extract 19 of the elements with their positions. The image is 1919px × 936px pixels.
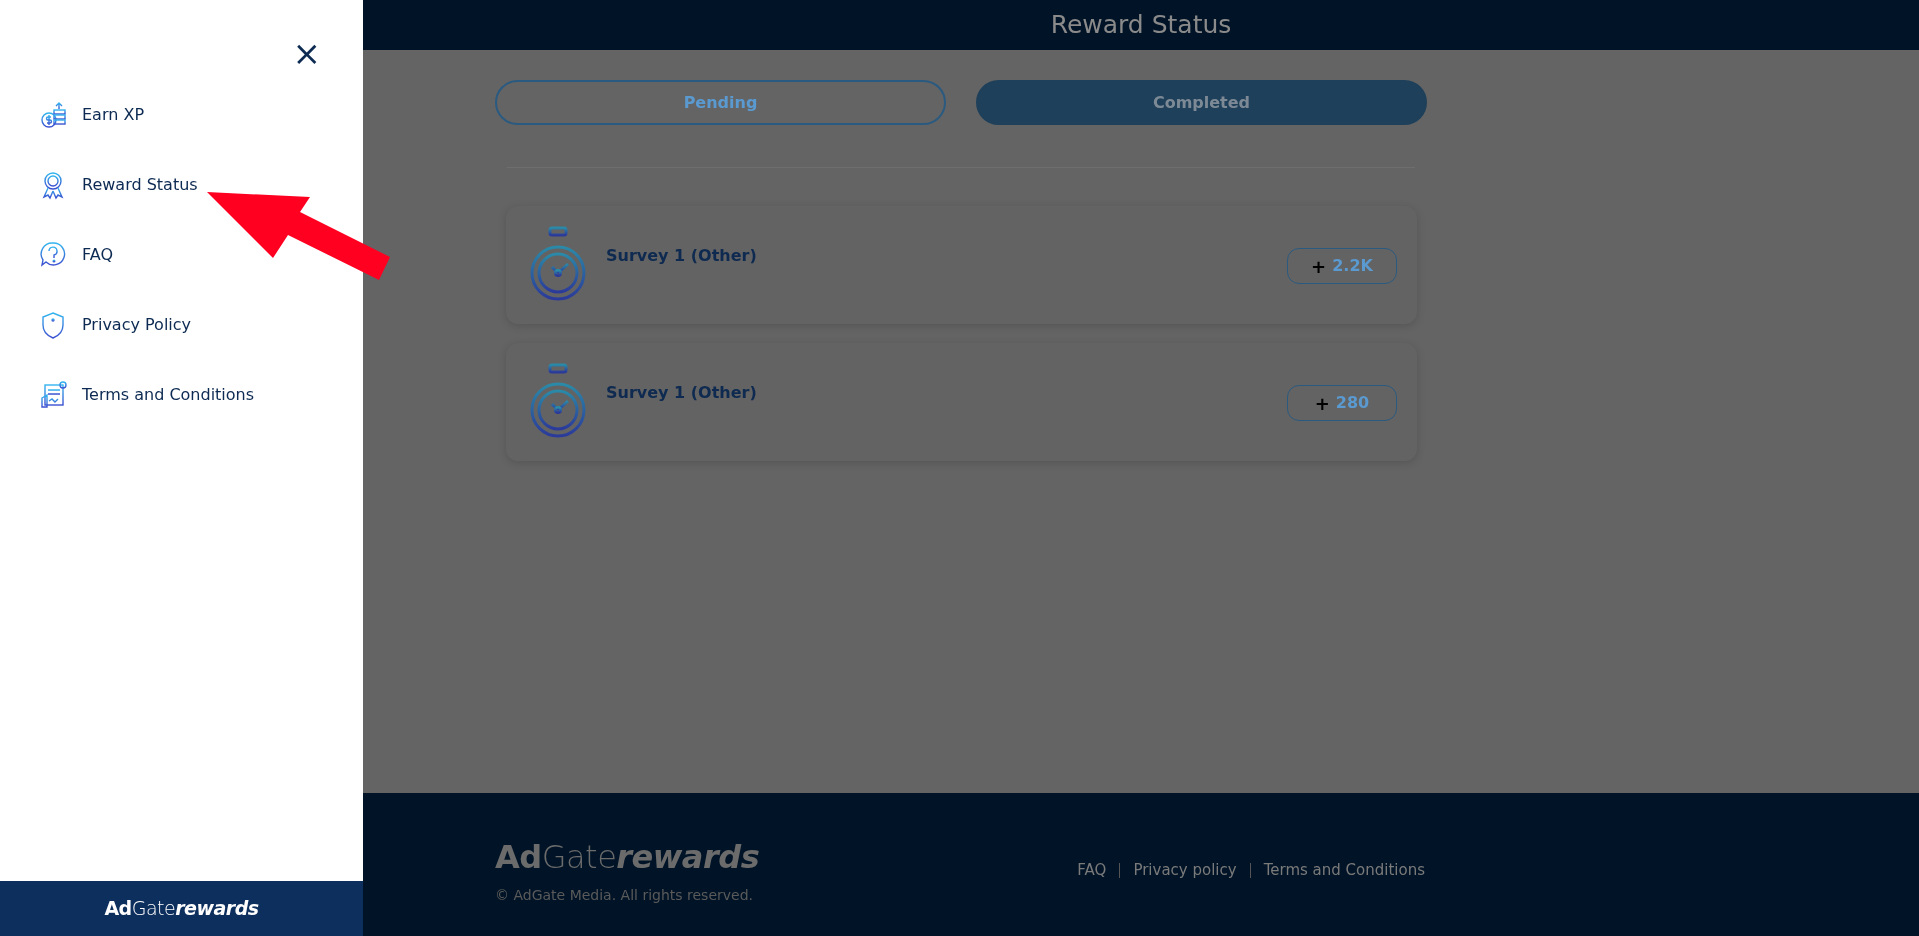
coins-icon bbox=[38, 100, 68, 130]
sidebar-item[interactable]: Terms and Conditions bbox=[38, 380, 255, 410]
reward-title: Survey 1 (Other) bbox=[606, 245, 758, 267]
footer-link[interactable]: FAQ bbox=[1077, 859, 1107, 882]
logo: AdGaterewards bbox=[495, 837, 760, 878]
sidebar-item[interactable]: FAQ bbox=[38, 240, 113, 270]
points-badge: + 2.2K bbox=[1287, 248, 1397, 284]
copyright-text: © AdGate Media. All rights reserved. bbox=[495, 886, 754, 905]
footer-link[interactable]: Terms and Conditions bbox=[1263, 859, 1425, 882]
footer-link[interactable]: Privacy policy bbox=[1133, 859, 1237, 882]
logo: AdGaterewards bbox=[104, 896, 259, 922]
reward-title: Survey 1 (Other) bbox=[606, 382, 758, 404]
sidebar-item[interactable]: Privacy Policy bbox=[38, 310, 192, 340]
page-title: Reward Status bbox=[1050, 9, 1232, 42]
points-badge: + 280 bbox=[1287, 385, 1397, 421]
document-icon bbox=[38, 380, 68, 410]
close-button[interactable]: × bbox=[292, 36, 321, 70]
sidebar-item[interactable]: Earn XP bbox=[38, 100, 145, 130]
sidebar-item[interactable]: Reward Status bbox=[38, 170, 198, 200]
